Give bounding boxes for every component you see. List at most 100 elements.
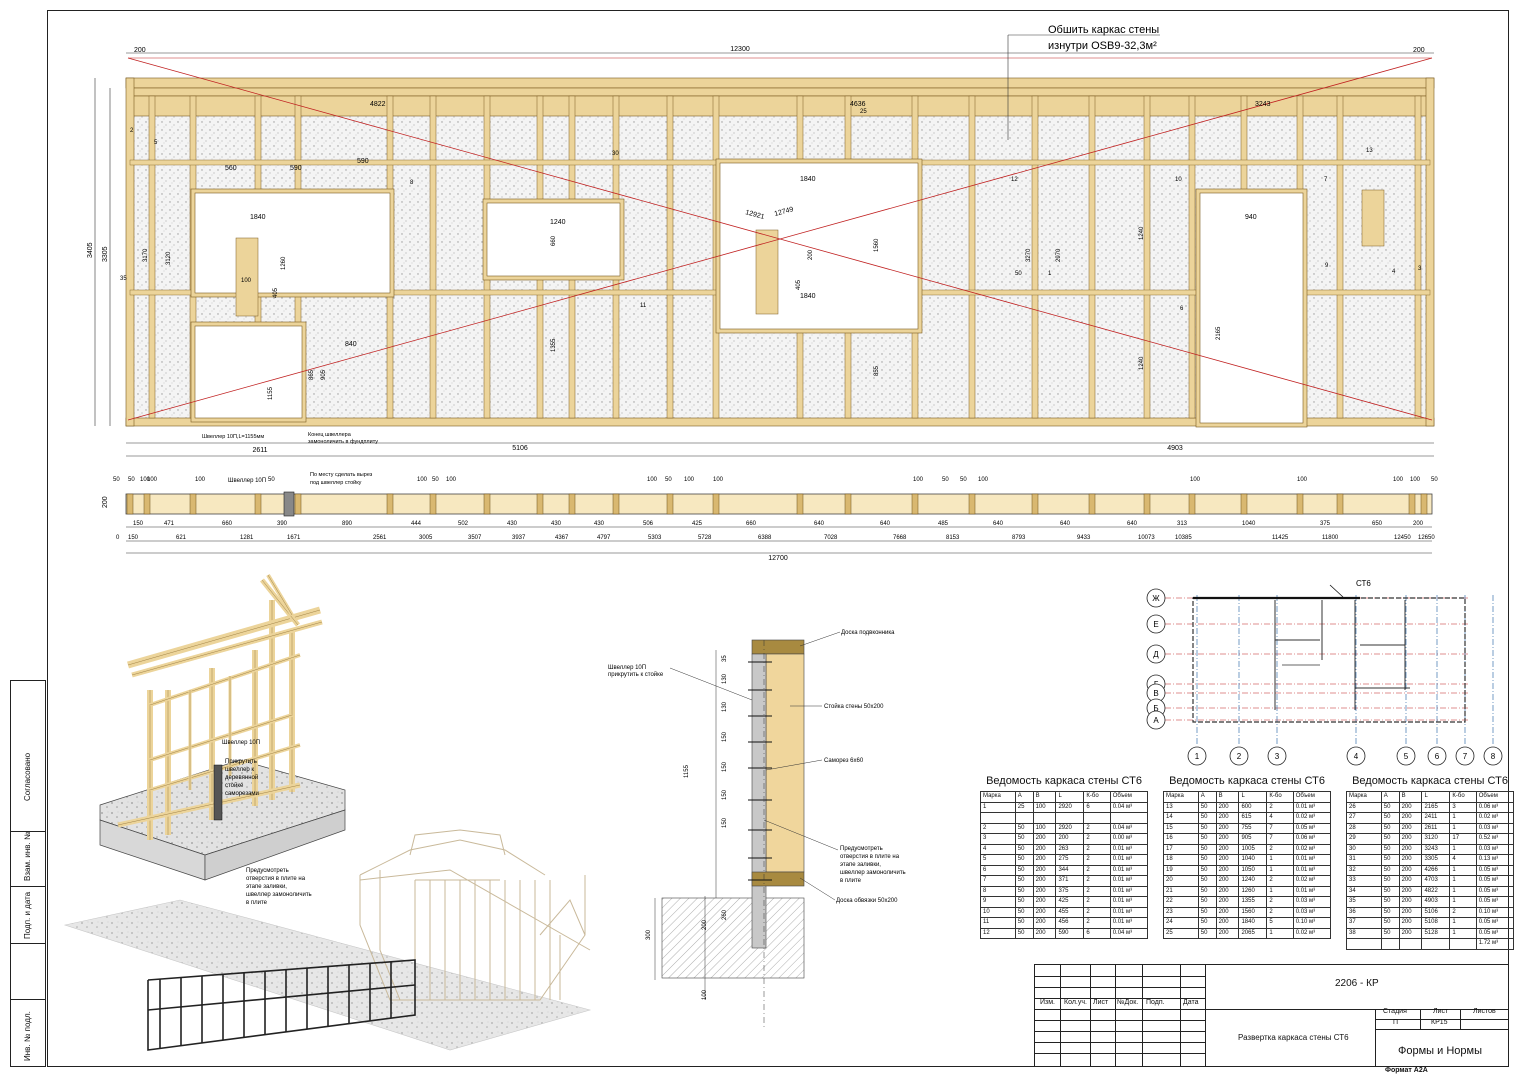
axis-row-label: Д — [1153, 650, 1159, 659]
schedule-cell: 50 — [1014, 927, 1034, 939]
plan-mark: 50 — [113, 477, 120, 483]
elevation-dim-label: 1355 — [551, 338, 557, 352]
schedule-cell: 2 — [1083, 854, 1111, 866]
wall-stud — [1188, 95, 1196, 419]
schedule-cell: 371 — [1055, 875, 1085, 887]
schedule-cell: 1 — [1449, 822, 1477, 834]
section-dim-label: 300 — [646, 929, 652, 940]
elevation-dim-label: 3120 — [166, 251, 172, 265]
schedule-row: 31 50 200 3305 4 0.13 м³ — [1346, 854, 1515, 866]
schedule-cell: 1840 — [1238, 917, 1268, 929]
wall-stud — [429, 95, 437, 419]
schedule-cell — [1083, 812, 1111, 824]
schedule-title: Ведомость каркаса стены СТ6 — [1169, 775, 1325, 787]
schedule-row: 8 50 200 375 2 0.01 м³ — [980, 885, 1149, 897]
schedule-cell — [1421, 938, 1451, 950]
iso-holes-5: в плите — [246, 900, 268, 906]
opening-dim-label: 590 — [290, 165, 302, 172]
schedule-cell: 50 — [1197, 896, 1217, 908]
schedule-cell: 22 — [1163, 896, 1199, 908]
plan-dim-row2: 3005 — [419, 535, 433, 541]
schedule-row: 38 50 200 5128 1 0.05 м³ — [1346, 927, 1515, 939]
dim-height-total: 3405 — [87, 242, 94, 258]
plan-dim-row2: 11425 — [1272, 535, 1289, 541]
section-board-top: Доска подвконника — [841, 630, 895, 636]
schedule-row: 21 50 200 1260 1 0.01 м³ — [1163, 885, 1332, 897]
schedule-cell: 21 — [1163, 885, 1199, 897]
elevation-dim-label: 12 — [1011, 177, 1018, 183]
schedule-cell: 200 — [1215, 801, 1240, 813]
plan-mark: 50 — [960, 477, 967, 483]
schedule-row: 27 50 200 2411 1 0.02 м³ — [1346, 812, 1515, 824]
schedule-cell: 200 — [1215, 906, 1240, 918]
plan-strip — [125, 491, 1433, 554]
schedule-cell: 0.04 м³ — [1109, 822, 1149, 834]
iso-holes-note: Предусмотреть отверстия в плите на этапе… — [246, 868, 312, 906]
schedule-cell: 30 — [1346, 843, 1382, 855]
schedule-row: 28 50 200 2611 1 0.03 м³ — [1346, 822, 1515, 834]
schedule-cell: 18 — [1163, 854, 1199, 866]
schedule-cell: 0.01 м³ — [1109, 854, 1149, 866]
schedule-row: 23 50 200 1560 2 0.03 м³ — [1163, 906, 1332, 918]
plan-stud — [126, 493, 134, 515]
schedule-cell: 1240 — [1238, 875, 1268, 887]
schedule-cell — [1449, 938, 1477, 950]
schedule-row: 34 50 200 4822 1 0.05 м³ — [1346, 885, 1515, 897]
schedule-cell: 29 — [1346, 833, 1382, 845]
section-dim-label: 200 — [702, 919, 708, 930]
axis-row-label: А — [1153, 716, 1159, 725]
schedule-cell: 200 — [1398, 854, 1423, 866]
opening — [1199, 192, 1304, 424]
schedule-cell: 5106 — [1421, 906, 1451, 918]
schedule-header: Объем — [1292, 791, 1332, 803]
schedule-row: 26 50 200 2165 3 0.06 м³ — [1346, 801, 1515, 813]
schedule-cell: 34 — [1346, 885, 1382, 897]
schedule-cell: 2 — [1083, 875, 1111, 887]
plan-dim-row1: 485 — [938, 521, 949, 527]
schedule-row: 29 50 200 3120 17 0.52 м³ — [1346, 833, 1515, 845]
schedule-cell: 0.01 м³ — [1109, 864, 1149, 876]
plan-stud — [844, 493, 852, 515]
plan-dim-row2: 8793 — [1012, 535, 1026, 541]
wall-stud — [968, 95, 976, 419]
schedule-cell: 0.05 м³ — [1292, 822, 1332, 834]
axis-col-label: 1 — [1195, 752, 1200, 761]
schedule-cell: 50 — [1380, 896, 1400, 908]
schedule-cell: 100 — [1032, 801, 1057, 813]
schedule-cell: 200 — [1215, 812, 1240, 824]
schedule-cell: 9 — [980, 896, 1016, 908]
section-screw: Саморез 6х60 — [824, 758, 864, 764]
plan-dim-row2: 4797 — [597, 535, 611, 541]
schedule-cell: 200 — [1398, 801, 1423, 813]
schedule-header: Объем — [1109, 791, 1149, 803]
schedule-cell: 1 — [1449, 864, 1477, 876]
schedule-cell: 15 — [1163, 822, 1199, 834]
schedule-cell: 5 — [980, 854, 1016, 866]
schedule-cell: 0.05 м³ — [1475, 896, 1515, 908]
title-block-col-label: Лист — [1093, 999, 1109, 1006]
schedule-cell: 5128 — [1421, 927, 1451, 939]
wall-stud — [666, 95, 674, 419]
plan-mark: 100 — [713, 477, 724, 483]
plan-stud — [568, 493, 576, 515]
schedule-cell: 4 — [1266, 812, 1294, 824]
schedule-cell: 1 — [1449, 843, 1477, 855]
house-wall — [539, 899, 586, 936]
plan-stud — [1143, 493, 1151, 515]
schedule-cell: 50 — [1380, 833, 1400, 845]
schedule-cell: 50 — [1380, 906, 1400, 918]
schedule-cell: 16 — [1163, 833, 1199, 845]
section-dim-label: 150 — [722, 789, 728, 800]
axis-col-label: 2 — [1237, 752, 1242, 761]
plan-dim-row2: 150 — [128, 535, 139, 541]
schedule-cell: 1 — [1449, 896, 1477, 908]
schedule-cell: 2 — [1266, 801, 1294, 813]
axis-col-label: 6 — [1435, 752, 1440, 761]
schedule-cell: 50 — [1014, 843, 1034, 855]
schedule-table: Ведомость каркаса стены СТ6 Марка A B L К-бо О… — [980, 772, 1149, 939]
key-plan-tag: СТ6 — [1356, 579, 1371, 588]
schedule-cell: 2 — [980, 822, 1016, 834]
plan-stud — [294, 493, 302, 515]
schedule-cell: 0.05 м³ — [1475, 864, 1515, 876]
elevation-dim-label: 35 — [120, 276, 127, 282]
